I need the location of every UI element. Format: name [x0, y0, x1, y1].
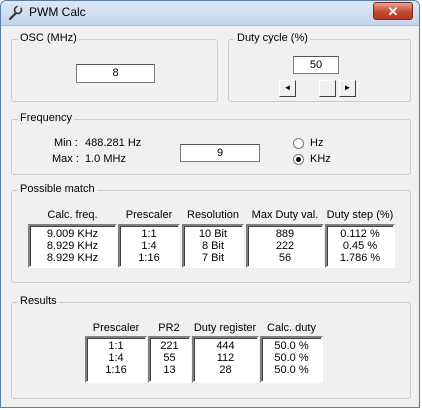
list-item[interactable]: 28 [194, 364, 257, 376]
list-item[interactable]: 1:4 [87, 352, 145, 364]
list-item[interactable]: 8.929 KHz [30, 240, 115, 252]
list-item[interactable]: 8 Bit [184, 240, 242, 252]
pm-list-max-duty[interactable]: 889 222 56 [246, 224, 324, 268]
res-list-pr2[interactable]: 221 55 13 [148, 336, 191, 383]
list-item[interactable]: 9.009 KHz [30, 228, 115, 240]
pm-header-duty-step: Duty step (%) [326, 209, 394, 221]
scroll-left-icon[interactable]: ◄ [279, 80, 296, 97]
scroll-right-icon[interactable]: ► [339, 80, 356, 97]
radio-khz[interactable] [293, 154, 304, 165]
close-button[interactable]: ✕ [373, 2, 413, 20]
pm-list-resolution[interactable]: 10 Bit 8 Bit 7 Bit [182, 224, 244, 268]
list-item[interactable]: 1:1 [120, 228, 178, 240]
min-label: Min : [54, 137, 78, 149]
frequency-input[interactable]: 9 [180, 144, 260, 162]
res-header-calc-duty: Calc. duty [267, 322, 316, 334]
res-list-duty-register[interactable]: 444 112 28 [192, 336, 259, 383]
pm-header-resolution: Resolution [187, 209, 239, 221]
pm-header-prescaler: Prescaler [125, 209, 173, 221]
list-item[interactable]: 0.45 % [327, 240, 393, 252]
wrench-icon [8, 5, 23, 21]
duty-cycle-input[interactable]: 50 [293, 56, 339, 74]
list-item[interactable]: 444 [194, 340, 257, 352]
max-label: Max : [52, 153, 79, 165]
list-item[interactable]: 1:16 [120, 252, 178, 264]
list-item[interactable]: 10 Bit [184, 228, 242, 240]
list-item[interactable]: 222 [248, 240, 322, 252]
osc-input[interactable]: 8 [76, 64, 155, 83]
min-value: 488.281 Hz [85, 137, 142, 149]
close-icon: ✕ [387, 4, 399, 19]
duty-cycle-slider[interactable]: ◄ ► [279, 80, 356, 97]
pm-list-calc-freq[interactable]: 9.009 KHz 8.929 KHz 8.929 KHz [28, 224, 117, 268]
list-item[interactable]: 1.786 % [327, 252, 393, 264]
res-list-calc-duty[interactable]: 50.0 % 50.0 % 50.0 % [260, 336, 323, 383]
pwm-calc-window: PWM Calc ✕ OSC (MHz) 8 Duty cycle (%) 50… [0, 0, 420, 408]
list-item[interactable]: 0.112 % [327, 228, 393, 240]
duty-cycle-group-label: Duty cycle (%) [235, 32, 310, 44]
list-item[interactable]: 112 [194, 352, 257, 364]
frequency-group-label: Frequency [18, 112, 74, 124]
res-header-prescaler: Prescaler [92, 322, 140, 334]
list-item[interactable]: 1:16 [87, 364, 145, 376]
osc-group-label: OSC (MHz) [18, 32, 79, 44]
pm-header-max-duty: Max Duty val. [251, 209, 319, 221]
list-item[interactable]: 50.0 % [262, 340, 321, 352]
res-header-pr2: PR2 [158, 322, 180, 334]
list-item[interactable]: 8.929 KHz [30, 252, 115, 264]
list-item[interactable]: 50.0 % [262, 364, 321, 376]
possible-match-group-label: Possible match [18, 183, 97, 195]
list-item[interactable]: 13 [150, 364, 189, 376]
window-title: PWM Calc [29, 5, 86, 19]
results-group-label: Results [18, 295, 59, 307]
pm-header-calc-freq: Calc. freq. [47, 209, 98, 221]
title-bar[interactable]: PWM Calc ✕ [1, 1, 419, 26]
max-value: 1.0 MHz [85, 153, 126, 165]
pm-list-prescaler[interactable]: 1:1 1:4 1:16 [118, 224, 180, 268]
radio-hz-label[interactable]: Hz [310, 137, 323, 149]
list-item[interactable]: 50.0 % [262, 352, 321, 364]
list-item[interactable]: 1:1 [87, 340, 145, 352]
list-item[interactable]: 55 [150, 352, 189, 364]
res-header-duty-register: Duty register [193, 322, 257, 334]
list-item[interactable]: 56 [248, 252, 322, 264]
list-item[interactable]: 1:4 [120, 240, 178, 252]
slider-thumb[interactable] [319, 80, 336, 97]
radio-khz-label[interactable]: KHz [310, 153, 331, 165]
res-list-prescaler[interactable]: 1:1 1:4 1:16 [85, 336, 147, 383]
list-item[interactable]: 889 [248, 228, 322, 240]
list-item[interactable]: 7 Bit [184, 252, 242, 264]
list-item[interactable]: 221 [150, 340, 189, 352]
radio-hz[interactable] [293, 138, 304, 149]
pm-list-duty-step[interactable]: 0.112 % 0.45 % 1.786 % [325, 224, 395, 268]
